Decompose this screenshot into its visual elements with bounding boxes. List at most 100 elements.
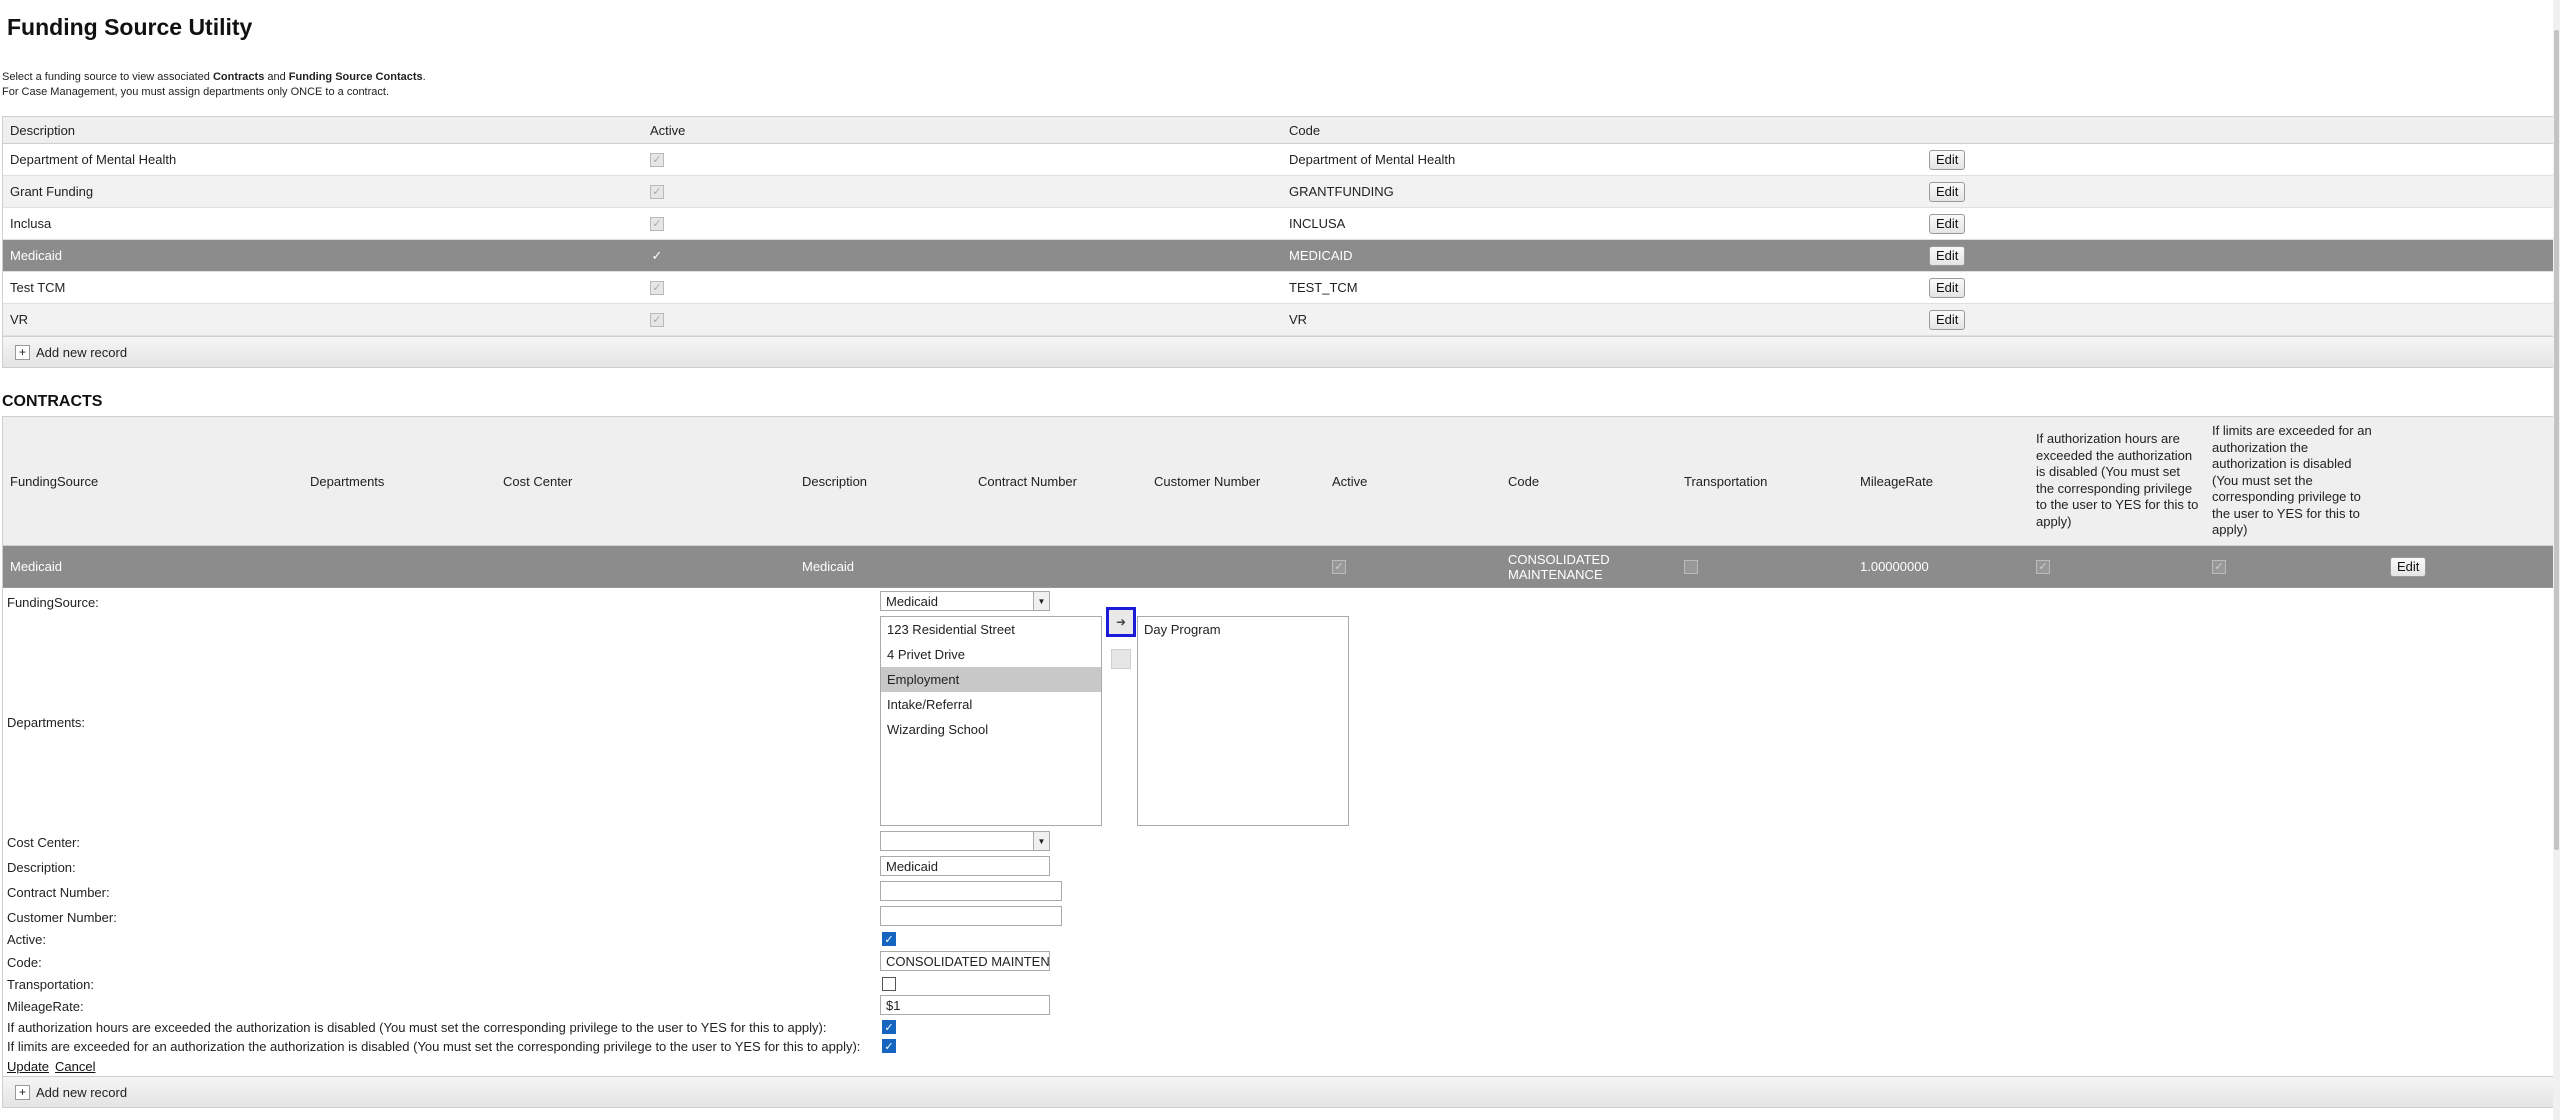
move-right-button[interactable]: ➜ — [1106, 607, 1136, 637]
add-new-record-bar: + Add new record — [3, 1076, 2555, 1107]
vertical-scrollbar[interactable] — [2553, 0, 2560, 1120]
arrow-right-icon: ➜ — [1115, 615, 1127, 629]
table-row[interactable]: VR ✓ VR Edit — [3, 304, 2555, 336]
row-description: Medicaid — [802, 559, 855, 574]
row-code: INCLUSA — [1289, 216, 1346, 231]
contract-row[interactable]: Medicaid Medicaid ✓ CONSOLIDATED MAINTEN… — [3, 546, 2555, 588]
contract-number-input[interactable] — [880, 881, 1062, 901]
row-description: Test TCM — [10, 280, 66, 295]
header-description[interactable]: Description — [10, 117, 75, 143]
intro-text: Select a funding source to view associat… — [2, 71, 426, 98]
row-active: ✓ — [650, 240, 664, 271]
funding-source-select[interactable]: Medicaid ▼ — [880, 591, 1050, 611]
add-new-record-bar: + Add new record — [3, 336, 2555, 367]
row-edit-cell: Edit — [2390, 546, 2427, 587]
chevron-down-icon[interactable]: ▼ — [1033, 592, 1049, 610]
header-cost-center[interactable]: Cost Center — [503, 417, 572, 545]
label-transportation: Transportation: — [7, 977, 94, 992]
add-new-record-button[interactable]: + Add new record — [15, 1077, 127, 1107]
header-departments[interactable]: Departments — [310, 417, 384, 545]
row-edit-cell: Edit — [1929, 240, 1966, 271]
row-active: ✓ — [1332, 546, 1346, 587]
auth-hours-checkbox[interactable]: ✓ — [882, 1020, 896, 1034]
table-row[interactable]: Inclusa ✓ INCLUSA Edit — [3, 208, 2555, 240]
row-code: Department of Mental Health — [1289, 152, 1456, 167]
list-item[interactable]: 4 Privet Drive — [881, 642, 1101, 667]
funding-source-grid: Description Active Code Department of Me… — [2, 116, 2556, 368]
limits-checkbox[interactable]: ✓ — [882, 1039, 896, 1053]
update-link[interactable]: Update — [7, 1059, 49, 1074]
label-active: Active: — [7, 932, 47, 947]
row-edit-cell: Edit — [1929, 272, 1966, 303]
edit-button[interactable]: Edit — [1929, 309, 1966, 330]
move-left-button[interactable] — [1111, 649, 1131, 669]
checkbox-icon: ✓ — [650, 280, 664, 295]
header-mileage-rate[interactable]: MileageRate — [1860, 417, 1933, 545]
label-auth-hours: If authorization hours are exceeded the … — [7, 1020, 827, 1035]
checkbox-icon: ✓ — [650, 312, 664, 327]
edit-button[interactable]: Edit — [1929, 277, 1966, 298]
row-description: Grant Funding — [10, 184, 94, 199]
row-edit-cell: Edit — [1929, 176, 1966, 207]
edit-button[interactable]: Edit — [1929, 245, 1966, 266]
label-contract-number: Contract Number: — [7, 885, 110, 900]
checkbox-icon — [1684, 559, 1698, 574]
contracts-header: FundingSource Departments Cost Center De… — [3, 417, 2555, 546]
row-code: GRANTFUNDING — [1289, 184, 1394, 199]
row-funding-source: Medicaid — [10, 559, 63, 574]
edit-button[interactable]: Edit — [1929, 149, 1966, 170]
customer-number-input[interactable] — [880, 906, 1062, 926]
chevron-down-icon[interactable]: ▼ — [1033, 832, 1049, 850]
transportation-checkbox[interactable] — [882, 977, 896, 991]
row-code: MEDICAID — [1289, 248, 1353, 263]
label-mileage-rate: MileageRate: — [7, 999, 84, 1014]
code-input[interactable]: CONSOLIDATED MAINTENANCE — [880, 951, 1050, 971]
label-departments: Departments: — [7, 715, 86, 730]
cancel-link[interactable]: Cancel — [55, 1059, 95, 1074]
header-auth-hours[interactable]: If authorization hours are exceeded the … — [2036, 431, 2201, 530]
assigned-departments-list[interactable]: Day Program — [1137, 616, 1349, 826]
edit-button[interactable]: Edit — [2390, 556, 2427, 577]
mileage-rate-input[interactable]: $1 — [880, 995, 1050, 1015]
checkbox-icon: ✓ — [2212, 559, 2226, 574]
row-active: ✓ — [650, 208, 664, 239]
checkbox-icon: ✓ — [651, 247, 663, 263]
list-item[interactable]: Employment — [881, 667, 1101, 692]
checkbox-icon: ✓ — [1332, 559, 1346, 574]
row-code: VR — [1289, 312, 1308, 327]
edit-button[interactable]: Edit — [1929, 181, 1966, 202]
row-description: VR — [10, 312, 29, 327]
header-contract-number[interactable]: Contract Number — [978, 417, 1077, 545]
list-item[interactable]: Intake/Referral — [881, 692, 1101, 717]
list-item[interactable]: Wizarding School — [881, 717, 1101, 742]
list-item[interactable]: 123 Residential Street — [881, 617, 1101, 642]
row-mileage-rate: 1.00000000 — [1860, 559, 1929, 574]
edit-button[interactable]: Edit — [1929, 213, 1966, 234]
description-input[interactable]: Medicaid — [880, 856, 1050, 876]
label-customer-number: Customer Number: — [7, 910, 117, 925]
header-description[interactable]: Description — [802, 417, 867, 545]
row-limits: ✓ — [2212, 546, 2226, 587]
label-funding-source: FundingSource: — [7, 595, 99, 610]
available-departments-list[interactable]: 123 Residential Street 4 Privet Drive Empl… — [880, 616, 1102, 826]
active-checkbox[interactable]: ✓ — [882, 932, 896, 946]
checkbox-icon: ✓ — [2036, 559, 2050, 574]
label-limits: If limits are exceeded for an authorizat… — [7, 1039, 861, 1054]
header-transportation[interactable]: Transportation — [1684, 417, 1767, 545]
table-row[interactable]: Test TCM ✓ TEST_TCM Edit — [3, 272, 2555, 304]
header-code[interactable]: Code — [1289, 117, 1320, 143]
header-active[interactable]: Active — [650, 117, 685, 143]
header-funding-source[interactable]: FundingSource — [10, 417, 98, 545]
table-row[interactable]: Grant Funding ✓ GRANTFUNDING Edit — [3, 176, 2555, 208]
scrollbar-thumb[interactable] — [2554, 30, 2559, 850]
list-item[interactable]: Day Program — [1138, 617, 1348, 642]
grid-header: Description Active Code — [3, 117, 2555, 144]
header-active[interactable]: Active — [1332, 417, 1367, 545]
header-customer-number[interactable]: Customer Number — [1154, 417, 1260, 545]
add-new-record-button[interactable]: + Add new record — [15, 337, 127, 367]
table-row[interactable]: Department of Mental Health ✓ Department o… — [3, 144, 2555, 176]
table-row[interactable]: Medicaid ✓ MEDICAID Edit — [3, 240, 2555, 272]
header-code[interactable]: Code — [1508, 417, 1539, 545]
cost-center-select[interactable]: ▼ — [880, 831, 1050, 851]
header-limits[interactable]: If limits are exceeded for an authorizat… — [2212, 423, 2377, 539]
